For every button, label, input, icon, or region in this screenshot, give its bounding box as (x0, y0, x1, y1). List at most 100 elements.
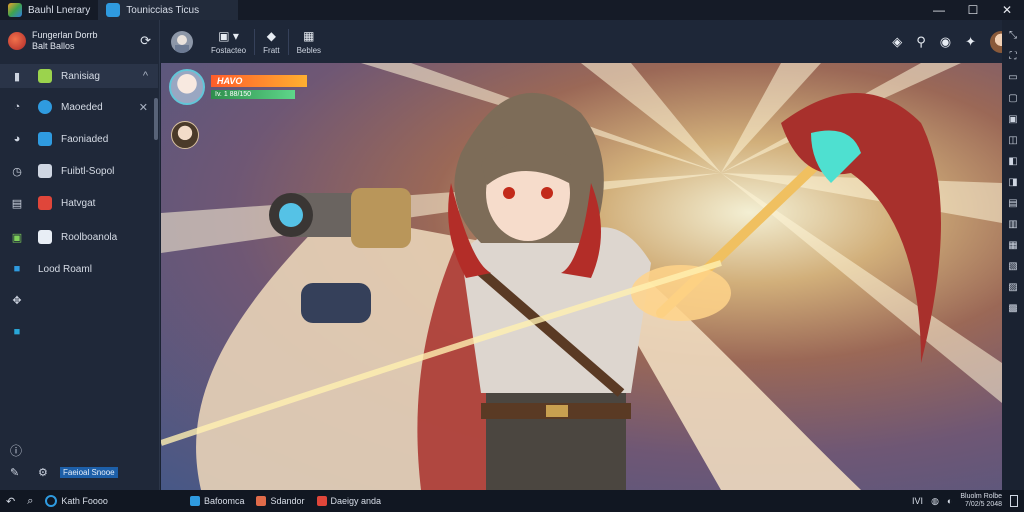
companion-avatar[interactable] (171, 121, 199, 149)
game-viewport[interactable]: HAVO Iv. 1 88/150 (161, 63, 1002, 490)
maximize-button[interactable]: ☐ (956, 0, 990, 20)
screenshot-icon[interactable]: ▢ (1006, 91, 1020, 105)
taskbar-app-sdandor[interactable]: Sdandor (250, 496, 310, 506)
folder-icon: ▤ (11, 197, 23, 210)
tab-game[interactable]: Touniccias Ticus (98, 0, 239, 20)
sidebar-scrollbar[interactable] (154, 98, 158, 140)
settings-icon[interactable]: ⚙ (38, 466, 48, 479)
player-level: Iv. 1 88/150 (211, 90, 295, 99)
sidebar-item-label: Ranisiag (61, 70, 100, 82)
sidebar-item-hatvgat[interactable]: ▤ Hatvgat (0, 191, 158, 215)
taskbar: ↶ ⌕ Kath Foooo Bafoomca Sdandor Daeigy a… (0, 490, 1024, 512)
app-icon (189, 496, 200, 506)
chevron-up-icon[interactable]: ^ (143, 70, 148, 82)
taskbar-app-bafoomca[interactable]: Bafoomca (184, 496, 251, 506)
taskbar-left: ↶ ⌕ Kath Foooo (0, 495, 114, 508)
record-icon[interactable]: ▣ (1006, 112, 1020, 126)
sidebar-item-faoniaded[interactable]: ◕ Faoniaded (0, 127, 158, 151)
player-avatar[interactable] (169, 69, 205, 105)
app-icon (38, 100, 52, 114)
close-button[interactable]: ✕ (990, 0, 1024, 20)
toolbar: ▣ ▾ Fostacteo ◆ Fratt ▦ Bebles ◈ ⚲ ◉ ✦ (160, 20, 1024, 63)
sidebar-item-puzzle[interactable]: ✥ (0, 288, 158, 312)
shake-icon[interactable]: ◧ (1006, 154, 1020, 168)
more-icon[interactable]: ▩ (1006, 301, 1020, 315)
player-stats: HAVO Iv. 1 88/150 (211, 75, 307, 105)
sync-icon[interactable]: ▧ (1006, 259, 1020, 273)
player-hud: HAVO Iv. 1 88/150 (169, 69, 307, 105)
toolbar-label: Fostacteo (211, 45, 247, 55)
back-icon[interactable]: ↶ (6, 495, 15, 508)
taskbar-app-daeigy[interactable]: Daeigy anda (311, 496, 388, 506)
sidebar-item-label: Faoniaded (61, 133, 109, 145)
notification-icon[interactable] (1010, 495, 1018, 507)
toolbar-label: Bebles (296, 45, 322, 55)
sidebar-item-label: Roolboanola (61, 231, 118, 243)
expand-icon[interactable]: ⤡ (1006, 28, 1020, 42)
sidebar-item-label: Lood Roaml (38, 263, 92, 275)
taskbar-app-label: Sdandor (270, 496, 305, 506)
clock[interactable]: Bluolm Rolbe 7/02/5 2048 (960, 493, 1002, 509)
close-icon[interactable]: ✕ (139, 101, 148, 114)
sidebar-item-ranisiag[interactable]: ▮ Ranisiag ^ (0, 64, 158, 88)
settings-label[interactable]: Faeioal Snooe (60, 467, 118, 478)
app-icon (316, 496, 327, 506)
tab-label: Bauhl Lnerary (28, 4, 91, 16)
refresh-icon[interactable]: ⟳ (140, 33, 151, 49)
profile-name: Fungerlan Dorrb (32, 30, 98, 40)
app-icon (38, 69, 52, 83)
app-cube-icon (8, 3, 22, 17)
map-icon: ▣ (11, 231, 23, 244)
window-controls: — ☐ ✕ (922, 0, 1024, 20)
sidebar-item-fuibtl-sopol[interactable]: ◷ Fuibtl-Sopol (0, 159, 158, 183)
grid-icon: ▣ ▾ (218, 28, 239, 43)
flag-icon: ■ (13, 263, 21, 275)
fullscreen-icon[interactable]: ⛶ (1006, 49, 1020, 63)
toolbar-button-fostacteo[interactable]: ▣ ▾ Fostacteo (203, 20, 254, 63)
language-indicator[interactable]: IVI (912, 496, 923, 506)
sidebar-item-maoeded[interactable]: ◔ Maoeded ✕ (0, 95, 158, 119)
right-tool-strip: ⤡ ⛶ ▭ ▢ ▣ ◫ ◧ ◨ ▤ ▥ ▦ ▧ ▨ ▩ (1002, 20, 1024, 490)
camera-icon[interactable]: ◉ (940, 34, 951, 50)
puzzle-icon: ✥ (12, 294, 22, 307)
multi-instance-icon[interactable]: ▥ (1006, 217, 1020, 231)
clock-icon: ◔ (13, 101, 21, 113)
sidebar-item-globe[interactable]: ■ (0, 320, 158, 344)
volume-icon[interactable]: ◐ (947, 496, 952, 506)
taskbar-app-label: Bafoomca (203, 496, 245, 506)
sidebar-item-lood-roaml[interactable]: ■ Lood Roaml (0, 257, 158, 281)
clock-date: 7/02/5 2048 (965, 501, 1002, 508)
game-avatar-icon[interactable] (171, 30, 193, 53)
minimize-button[interactable]: — (922, 0, 956, 20)
app-icon (38, 196, 52, 210)
store-icon: ◕ (13, 133, 21, 145)
history-icon: ◷ (12, 165, 22, 178)
files-icon[interactable]: ▨ (1006, 280, 1020, 294)
keyboard-icon[interactable]: ▭ (1006, 70, 1020, 84)
network-icon[interactable]: ◍ (931, 496, 939, 507)
tab-library[interactable]: Bauhl Lnerary (0, 0, 98, 20)
app-icon (38, 132, 52, 146)
toolbar-button-fratt[interactable]: ◆ Fratt (255, 20, 287, 63)
toolbar-button-bebles[interactable]: ▦ Bebles (289, 20, 329, 63)
user-icon[interactable]: ⚲ (916, 34, 926, 50)
sidebar-footer: ⓘ ✎ ⚙ Faeioal Snooe (0, 440, 158, 490)
sidebar-item-label: Hatvgat (61, 197, 96, 209)
taskbar-search-label[interactable]: Kath Foooo (61, 496, 108, 506)
location-icon[interactable]: ▤ (1006, 196, 1020, 210)
rotate-icon[interactable]: ◨ (1006, 175, 1020, 189)
info-icon[interactable]: ⓘ (10, 442, 22, 459)
diamond-icon[interactable]: ◈ (892, 34, 902, 50)
volume-icon[interactable]: ◫ (1006, 133, 1020, 147)
search-icon[interactable]: ⌕ (27, 495, 33, 508)
cloud-icon (106, 3, 121, 17)
cortana-icon[interactable] (45, 495, 58, 507)
sidebar-item-label: Fuibtl-Sopol (61, 165, 115, 177)
sidebar-item-roolboanola[interactable]: ▣ Roolboanola (0, 225, 158, 249)
app-icon (256, 496, 267, 506)
puzzle-icon[interactable]: ✦ (965, 34, 976, 50)
macro-icon[interactable]: ▦ (1006, 238, 1020, 252)
tools-icon[interactable]: ✎ (10, 466, 19, 479)
profile-header[interactable]: Fungerlan Dorrb Balt Ballos ⟳ (0, 20, 159, 62)
system-tray: IVI ◍ ◐ Bluolm Rolbe 7/02/5 2048 (912, 493, 1024, 509)
